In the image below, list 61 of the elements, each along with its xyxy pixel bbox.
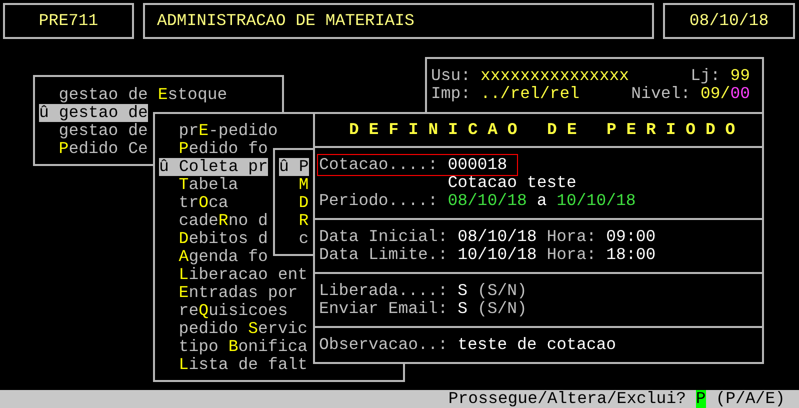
- field-value: 08/10/18: [458, 228, 537, 246]
- menu-item[interactable]: û P: [279, 158, 309, 176]
- field-value: xxxxxxxxxxxxxxx: [480, 67, 630, 85]
- menu-item[interactable]: û gestao de: [39, 104, 148, 122]
- field-label: Imp:: [431, 85, 471, 103]
- menu-item[interactable]: û Coleta pr: [159, 158, 268, 176]
- field-value: 10/10/18: [458, 246, 537, 264]
- field-label: (S/N): [477, 300, 527, 318]
- menu-item[interactable]: pedido Servic: [159, 320, 308, 338]
- field-value: 99: [730, 67, 750, 85]
- menu-item[interactable]: Agenda fo: [159, 248, 268, 266]
- field-value: 18:00: [606, 246, 656, 264]
- dialog-title: D E F I N I C A O D E P E R I O D O: [349, 121, 736, 139]
- menu-item[interactable]: c: [279, 230, 309, 248]
- field-label: Hora:: [546, 228, 596, 246]
- menu-item[interactable]: M: [279, 176, 309, 194]
- field-label: Hora:: [546, 246, 596, 264]
- field-label: Enviar Email:: [319, 300, 448, 318]
- field-label: Periodo....:: [319, 192, 438, 210]
- answer-field[interactable]: P: [696, 390, 706, 408]
- menu-item[interactable]: tipo Bonifica: [159, 338, 308, 356]
- field-value: a: [536, 192, 547, 210]
- date-value: 08/10/18: [448, 192, 527, 210]
- field-label: Data Limite.:: [319, 246, 448, 264]
- field-value: S: [458, 300, 468, 318]
- field-value: 09/00: [700, 85, 750, 103]
- field-label: Cotacao....:: [319, 156, 438, 174]
- program-code: PRE711: [38, 12, 98, 30]
- option-hint: (P/A/E): [716, 390, 785, 408]
- menu-item[interactable]: reQuisicoes: [159, 302, 288, 320]
- menu-item[interactable]: trOca: [159, 194, 228, 212]
- menu-item[interactable]: Pedido fo: [159, 140, 268, 158]
- field-label: (S/N): [477, 282, 527, 300]
- field-value: teste de cotacao: [458, 336, 616, 354]
- menu-item[interactable]: Liberacao ent: [159, 266, 308, 284]
- field-value: Cotacao teste: [448, 174, 576, 192]
- field-label: Liberada....:: [319, 282, 448, 300]
- menu-item[interactable]: Entradas por: [159, 284, 298, 302]
- menu-item[interactable]: gestao de: [39, 122, 148, 140]
- menu-item[interactable]: Pedido Ce: [39, 140, 148, 158]
- menu-item[interactable]: cadeRno d: [159, 212, 268, 230]
- date-value: 10/10/18: [556, 192, 636, 210]
- menu-item[interactable]: D: [279, 194, 309, 212]
- field-label: Lj:: [690, 67, 720, 85]
- menu-item[interactable]: Debitos d: [159, 230, 268, 248]
- field-value: ../rel/rel: [480, 85, 580, 103]
- prompt-text: Prossegue/Altera/Exclui?: [448, 390, 686, 408]
- field-value: 09:00: [606, 228, 656, 246]
- menu-item[interactable]: gestao de Estoque: [39, 86, 228, 104]
- field-label: Data Inicial:: [319, 228, 448, 246]
- field-label: Nivel:: [631, 85, 691, 103]
- field-value: 000018: [448, 156, 508, 174]
- field-label: Usu:: [431, 67, 471, 85]
- menu-item[interactable]: Tabela: [159, 176, 238, 194]
- menu-item[interactable]: prE-pedido: [159, 122, 278, 140]
- system-title: ADMINISTRACAO DE MATERIAIS: [157, 12, 414, 30]
- menu-item[interactable]: R: [279, 212, 309, 230]
- field-label: Observacao..:: [319, 336, 448, 354]
- field-value: S: [458, 282, 468, 300]
- menu-item[interactable]: Lista de falt: [159, 356, 308, 374]
- current-date: 08/10/18: [689, 12, 769, 30]
